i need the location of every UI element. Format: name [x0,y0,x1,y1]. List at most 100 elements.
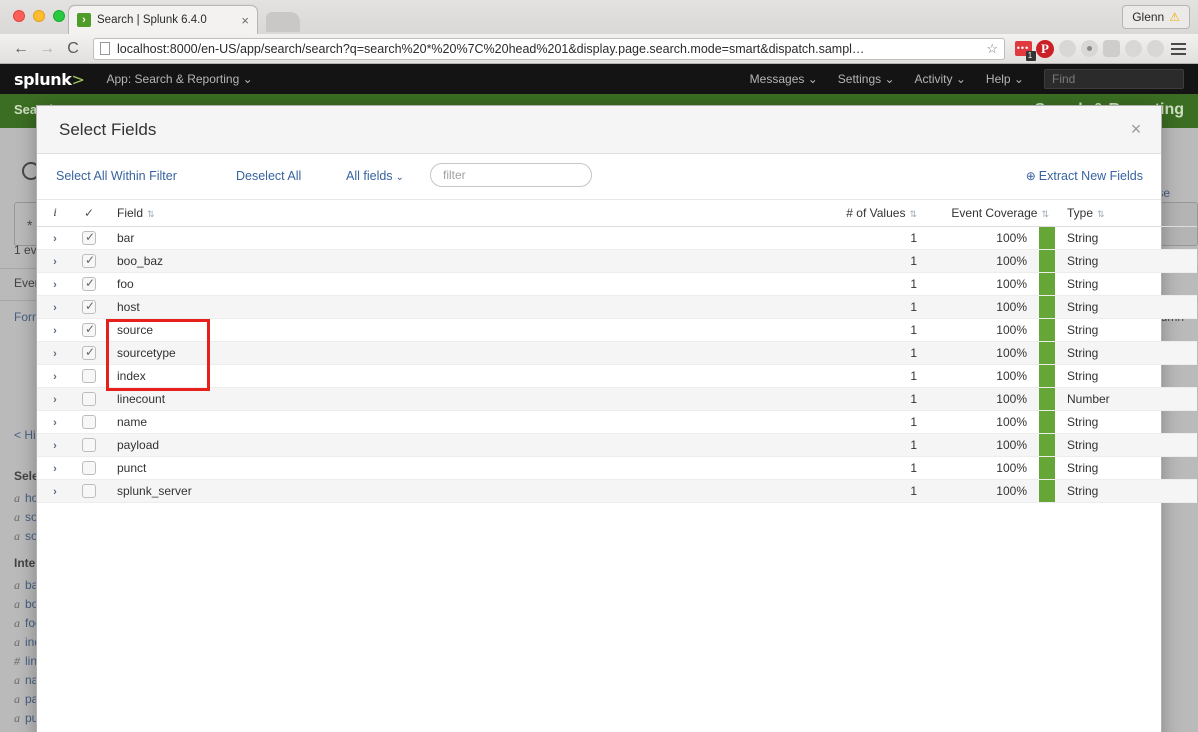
field-checkbox[interactable] [82,300,96,314]
splunk-application: splunk> App: Search & Reporting ⌄ Messag… [0,64,1198,732]
field-checkbox[interactable] [82,323,96,337]
expand-row-icon[interactable]: › [53,371,57,383]
extension-grey-square-icon[interactable] [1100,37,1122,61]
close-window-button[interactable] [13,10,25,22]
field-checkbox[interactable] [82,461,96,475]
field-checkbox[interactable] [82,415,96,429]
url-text: localhost:8000/en-US/app/search/search?q… [117,42,980,56]
table-row[interactable]: ›host1100%String [37,295,1197,318]
expand-row-icon[interactable]: › [53,394,57,406]
app-selector[interactable]: App: Search & Reporting ⌄ [107,72,253,86]
expand-row-icon[interactable]: › [53,325,57,337]
browser-menu-icon[interactable] [1166,37,1190,61]
field-type: String [1067,415,1098,429]
page-info-icon[interactable] [100,42,110,55]
column-header-num-values[interactable]: # of Values⇅ [825,200,931,226]
expand-row-icon[interactable]: › [53,417,57,429]
field-type: String [1067,323,1098,337]
browser-profile-button[interactable]: Glenn ⚠ [1122,5,1190,29]
table-row[interactable]: ›splunk_server1100%String [37,479,1197,502]
warning-icon: ⚠ [1169,10,1180,24]
coverage-bar [1039,480,1055,502]
table-row[interactable]: ›bar1100%String [37,226,1197,249]
field-event-coverage: 100% [931,277,1049,291]
field-type: String [1067,231,1098,245]
extract-new-fields-link[interactable]: ⊕Extract New Fields [1026,169,1143,183]
expand-row-icon[interactable]: › [53,463,57,475]
expand-row-icon[interactable]: › [53,348,57,360]
extension-grey-circle-icon[interactable] [1056,37,1078,61]
all-fields-dropdown[interactable]: All fields⌄ [346,169,404,183]
select-all-within-filter-link[interactable]: Select All Within Filter [56,169,177,183]
field-checkbox[interactable] [82,484,96,498]
expand-row-icon[interactable]: › [53,486,57,498]
all-fields-label: All fields [346,169,393,183]
back-icon[interactable]: ← [8,37,34,61]
table-row[interactable]: ›boo_baz1100%String [37,249,1197,272]
minimize-window-button[interactable] [33,10,45,22]
browser-tabstrip: › Search | Splunk 6.4.0 × [0,0,1198,34]
field-checkbox[interactable] [82,438,96,452]
extension-grey-disabled-icon[interactable] [1122,37,1144,61]
expand-row-icon[interactable]: › [53,279,57,291]
fields-table-wrap: i ✓ Field⇅ # of Values⇅ Event Coverage⇅ [37,200,1161,732]
close-icon[interactable]: × [1125,118,1147,140]
new-tab-button[interactable] [266,12,300,32]
field-name: linecount [117,392,165,406]
extension-grey-paint-icon[interactable] [1144,37,1166,61]
column-header-type[interactable]: Type⇅ [1055,200,1197,226]
table-row[interactable]: ›source1100%String [37,318,1197,341]
table-row[interactable]: ›name1100%String [37,410,1197,433]
close-tab-icon[interactable]: × [235,13,249,28]
modal-toolbar: Select All Within Filter Deselect All Al… [37,154,1161,200]
extension-pocket-icon[interactable]: ••• [1012,37,1034,61]
nav-item-activity[interactable]: Activity ⌄ [915,72,966,86]
splunk-logo[interactable]: splunk> [14,70,85,89]
column-header-check[interactable]: ✓ [73,200,105,226]
find-input[interactable]: Find [1044,69,1184,89]
splunk-navbar: splunk> App: Search & Reporting ⌄ Messag… [0,64,1198,94]
reload-icon[interactable]: C [60,37,86,61]
forward-icon[interactable]: → [34,37,60,61]
nav-item-help[interactable]: Help ⌄ [986,72,1024,86]
bookmark-star-icon[interactable]: ☆ [980,41,998,57]
maximize-window-button[interactable] [53,10,65,22]
table-row[interactable]: ›foo1100%String [37,272,1197,295]
table-row[interactable]: ›linecount1100%Number [37,387,1197,410]
table-row[interactable]: ›index1100%String [37,364,1197,387]
table-row[interactable]: ›punct1100%String [37,456,1197,479]
table-row[interactable]: ›payload1100%String [37,433,1197,456]
coverage-bar [1039,434,1055,456]
column-header-event-coverage[interactable]: Event Coverage⇅ [931,200,1055,226]
field-checkbox[interactable] [82,392,96,406]
field-checkbox[interactable] [82,369,96,383]
field-event-coverage: 100% [931,300,1049,314]
filter-input[interactable]: filter [430,163,592,187]
table-header-row: i ✓ Field⇅ # of Values⇅ Event Coverage⇅ [37,200,1197,226]
browser-tab[interactable]: › Search | Splunk 6.4.0 × [68,5,258,34]
field-num-values: 1 [910,392,917,406]
field-type: String [1067,369,1098,383]
column-header-field[interactable]: Field⇅ [105,200,825,226]
expand-row-icon[interactable]: › [53,440,57,452]
extension-grey-dot-icon[interactable] [1078,37,1100,61]
field-checkbox[interactable] [82,346,96,360]
coverage-bar [1039,388,1055,410]
table-row[interactable]: ›sourcetype1100%String [37,341,1197,364]
expand-row-icon[interactable]: › [53,256,57,268]
nav-item-settings[interactable]: Settings ⌄ [838,72,895,86]
field-num-values: 1 [910,277,917,291]
expand-row-icon[interactable]: › [53,302,57,314]
field-num-values: 1 [910,231,917,245]
field-name: name [117,415,147,429]
field-checkbox[interactable] [82,231,96,245]
extension-pinterest-icon[interactable]: P [1034,37,1056,61]
address-bar[interactable]: localhost:8000/en-US/app/search/search?q… [93,38,1005,60]
field-checkbox[interactable] [82,277,96,291]
deselect-all-link[interactable]: Deselect All [236,169,301,183]
expand-row-icon[interactable]: › [53,233,57,245]
splunk-logo-text: splunk [14,70,71,89]
nav-item-messages[interactable]: Messages ⌄ [750,72,818,86]
field-checkbox[interactable] [82,254,96,268]
field-event-coverage: 100% [931,346,1049,360]
